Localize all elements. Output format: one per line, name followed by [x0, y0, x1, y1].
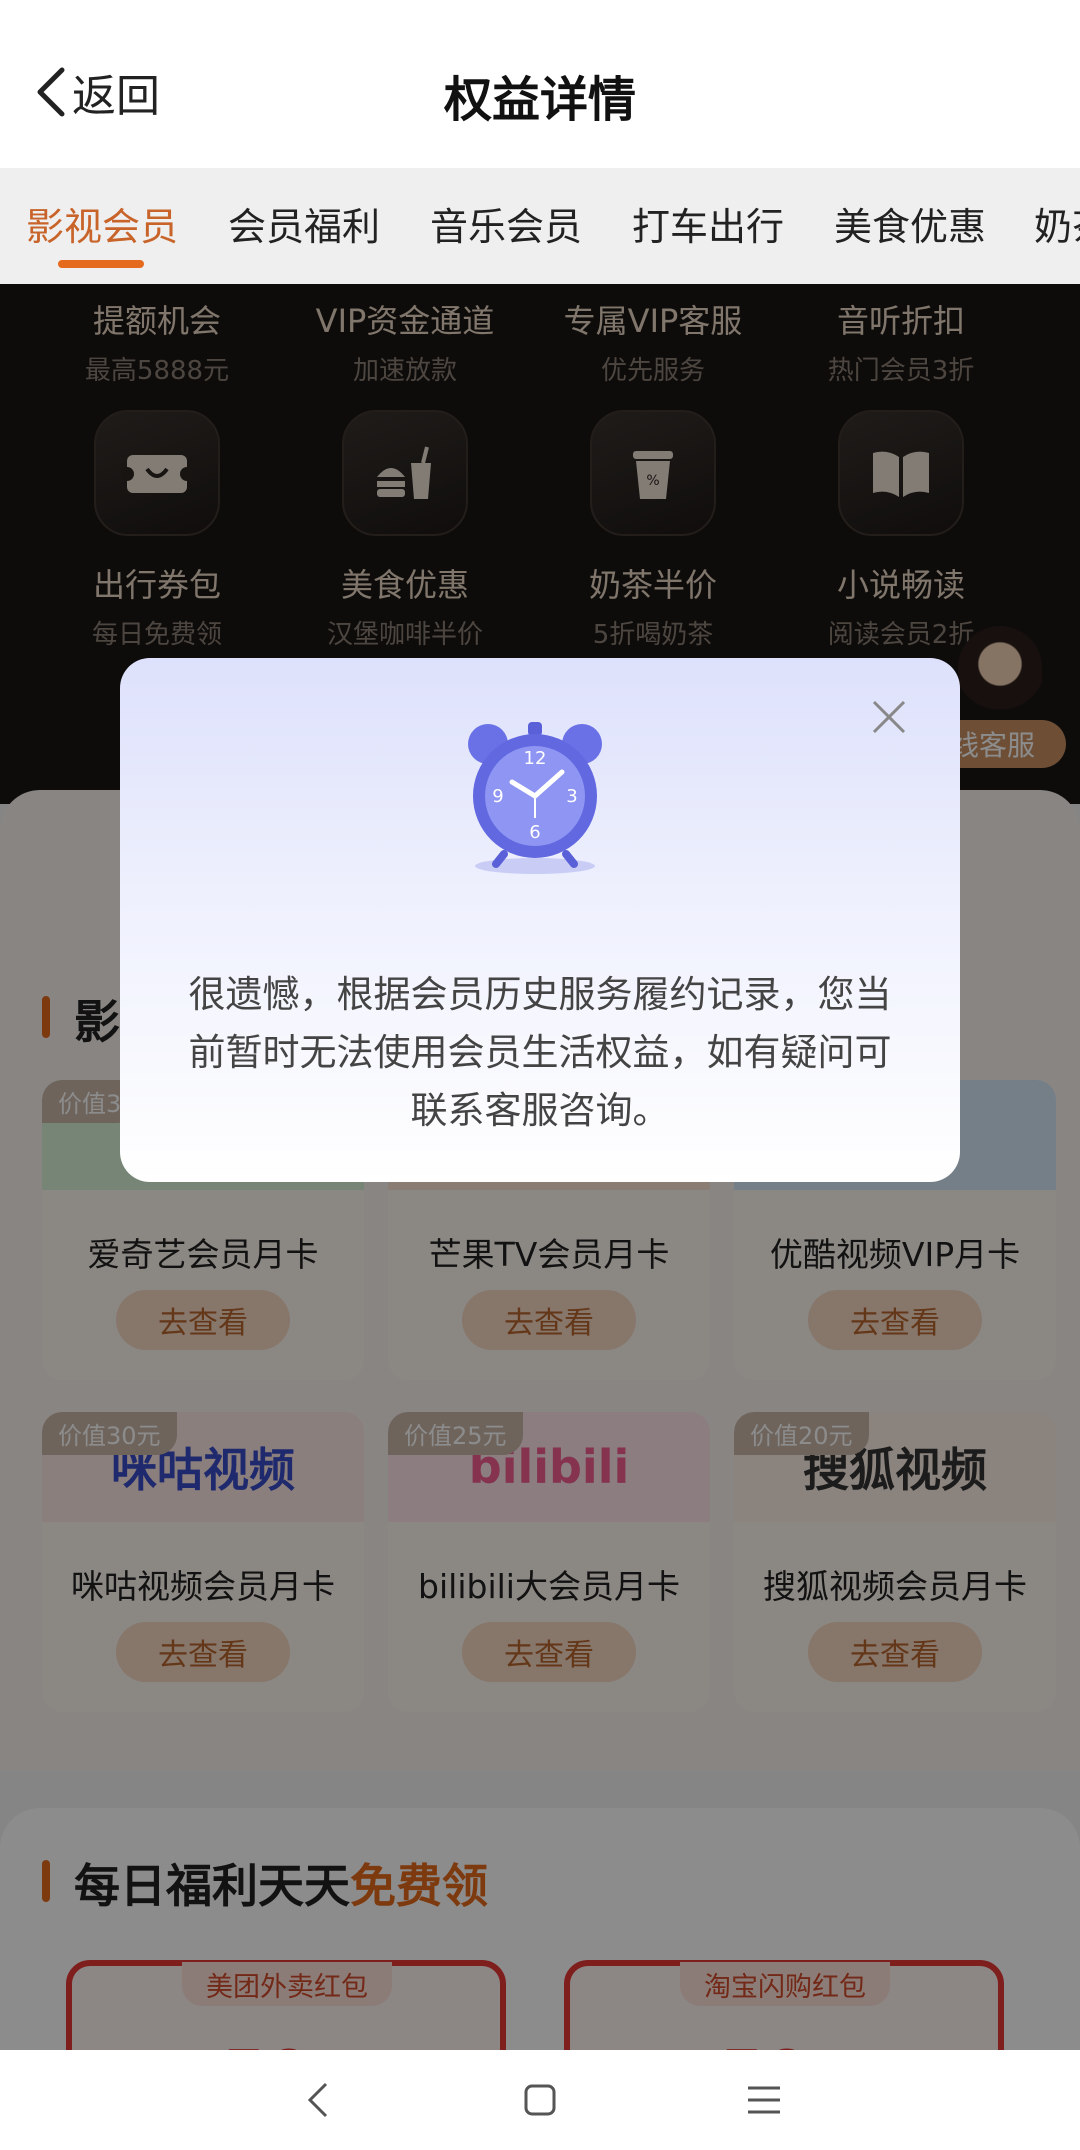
system-nav-bar: [0, 2050, 1080, 2150]
notice-dialog: 12 3 6 9 很遗憾，根据会员历史服务履约记录，您当前暂时无法使用会员生活权…: [120, 658, 960, 1182]
category-tabs: 影视会员 会员福利 音乐会员 打车出行 美食优惠 奶茶: [0, 168, 1080, 284]
svg-text:6: 6: [529, 822, 540, 843]
tab-milk-tea[interactable]: 奶茶: [1034, 196, 1080, 251]
svg-text:3: 3: [566, 786, 577, 807]
tab-member-welfare[interactable]: 会员福利: [228, 196, 380, 251]
tab-taxi-travel[interactable]: 打车出行: [632, 196, 784, 251]
dialog-message: 很遗憾，根据会员历史服务履约记录，您当前暂时无法使用会员生活权益，如有疑问可联系…: [188, 973, 892, 1132]
svg-text:12: 12: [524, 748, 547, 769]
tab-film-member[interactable]: 影视会员: [26, 196, 178, 251]
header-bar: 返回 权益详情: [0, 0, 1080, 168]
nav-menu-icon[interactable]: [742, 2078, 786, 2122]
close-icon[interactable]: [868, 696, 910, 738]
page-title: 权益详情: [443, 72, 636, 128]
nav-back-icon[interactable]: [298, 2078, 342, 2122]
nav-home-icon[interactable]: [518, 2078, 562, 2122]
alarm-clock-icon: 12 3 6 9: [468, 722, 602, 874]
active-tab-indicator: [58, 260, 144, 268]
tab-music-member[interactable]: 音乐会员: [430, 196, 582, 251]
svg-text:9: 9: [492, 786, 503, 807]
tab-food-discount[interactable]: 美食优惠: [834, 196, 986, 251]
